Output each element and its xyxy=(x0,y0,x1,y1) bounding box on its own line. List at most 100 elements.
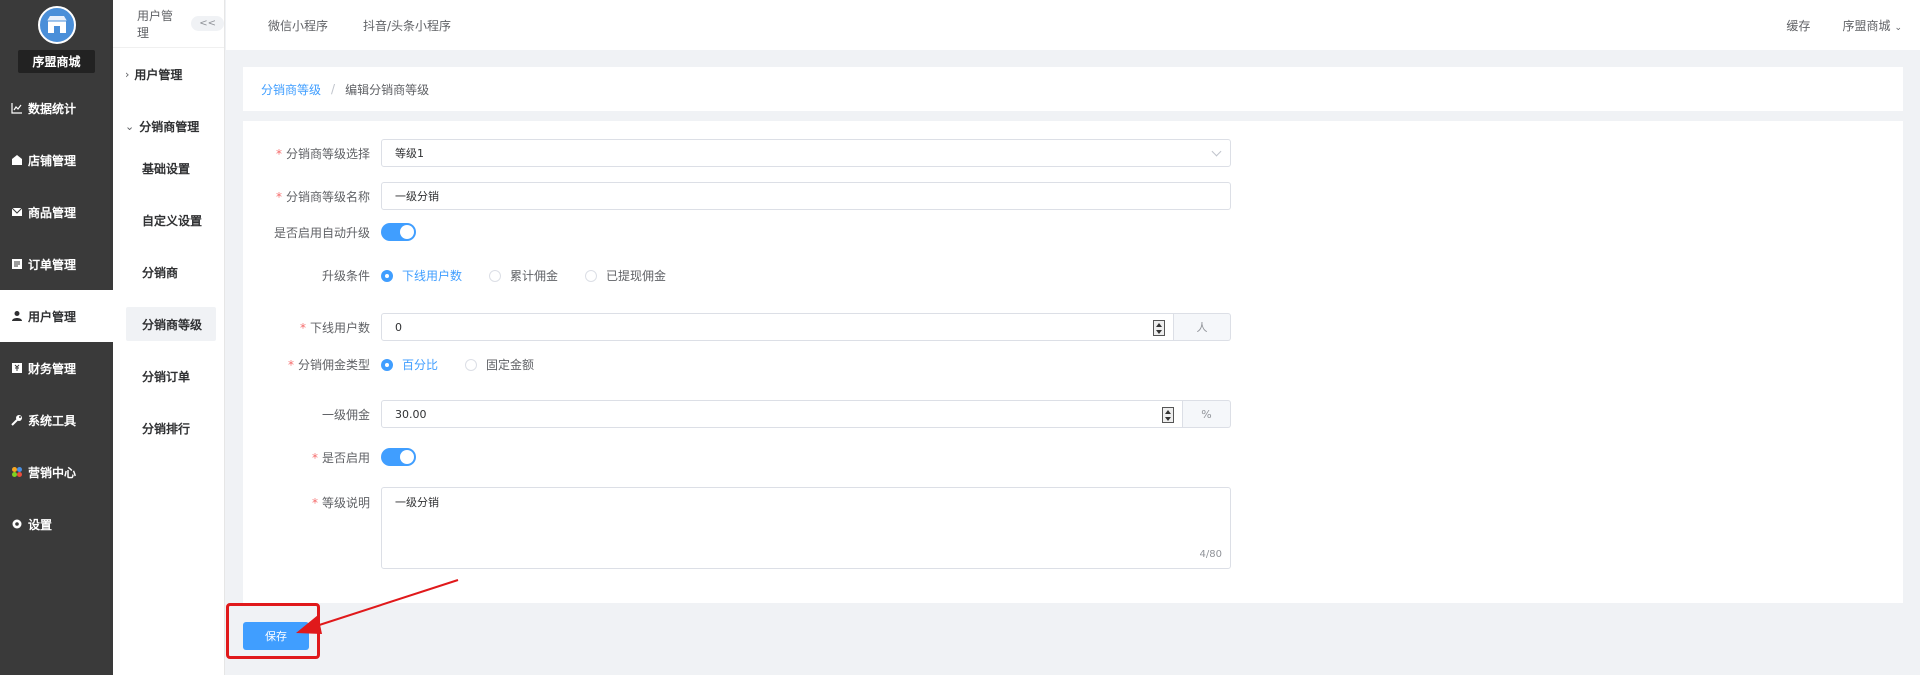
main-nav: 数据统计 店铺管理 商品管理 订单管理 用户管理 财务管理 系统工具 营销中心 xyxy=(0,82,113,550)
nav-item-orders[interactable]: 订单管理 xyxy=(0,238,113,290)
nav-label: 营销中心 xyxy=(28,465,77,480)
brand-logo-area: 序盟商城 xyxy=(0,0,113,82)
nav-label: 系统工具 xyxy=(28,413,77,428)
form-label: * 是否启用 xyxy=(311,450,370,465)
sub-menu-list: 基础设置 自定义设置 分销商 分销商等级 分销订单 分销排行 xyxy=(113,151,224,445)
sub-group-label: 用户管理 xyxy=(134,67,183,82)
chevron-down-icon: ⌄ xyxy=(125,119,135,133)
unit-person: 人 xyxy=(1174,313,1231,341)
sub-group-distribution[interactable]: ⌄ 分销商管理 xyxy=(113,100,224,152)
sub-item-distributor-levels[interactable]: 分销商等级 xyxy=(126,307,216,341)
form-label: * 分销佣金类型 xyxy=(287,358,370,372)
nav-label: 用户管理 xyxy=(28,309,77,324)
cache-button[interactable]: 缓存 xyxy=(1786,17,1810,34)
level-select[interactable]: 等级1 xyxy=(381,139,1231,167)
radio-downline-users[interactable]: 下线用户数 xyxy=(381,267,462,284)
form-row-level-select: * 分销商等级选择 等级1 xyxy=(243,139,1231,167)
first-commission-input[interactable]: 30.00 xyxy=(381,400,1183,428)
radio-dot xyxy=(489,269,502,282)
tab-wechat-miniprogram[interactable]: 微信小程序 xyxy=(268,17,328,34)
form-row-upgrade-condition: 升级条件 下线用户数 累计佣金 已提现佣金 xyxy=(243,267,693,284)
marketing-icon xyxy=(10,465,24,479)
nav-label: 设置 xyxy=(28,517,53,532)
breadcrumb: 分销商等级 / 编辑分销商等级 xyxy=(243,67,1903,111)
nav-label: 订单管理 xyxy=(28,257,77,272)
top-header: 微信小程序 抖音/头条小程序 缓存 序盟商城 ⌄ xyxy=(226,0,1920,50)
unit-percent: % xyxy=(1183,400,1231,428)
number-spinner[interactable] xyxy=(1153,320,1165,336)
wrench-icon xyxy=(10,413,24,427)
chart-line-icon xyxy=(10,101,24,115)
mail-icon xyxy=(10,205,24,219)
downline-users-input[interactable]: 0 xyxy=(381,313,1174,341)
nav-item-data-stats[interactable]: 数据统计 xyxy=(0,82,113,134)
user-name: 序盟商城 xyxy=(1842,18,1891,33)
char-counter: 4/80 xyxy=(1199,549,1222,560)
sub-item-distribution-orders[interactable]: 分销订单 xyxy=(126,359,216,393)
enabled-switch[interactable] xyxy=(381,448,416,466)
sub-item-basic-settings[interactable]: 基础设置 xyxy=(126,151,216,185)
radio-withdrawn-commission[interactable]: 已提现佣金 xyxy=(585,267,666,284)
form-row-commission-type: * 分销佣金类型 百分比 固定金额 xyxy=(243,356,561,373)
annotation-highlight-box xyxy=(226,603,320,659)
header-actions: 缓存 序盟商城 ⌄ xyxy=(1786,0,1920,50)
description-value: 一级分销 xyxy=(395,496,439,509)
number-spinner[interactable] xyxy=(1162,407,1174,423)
breadcrumb-current: 编辑分销商等级 xyxy=(345,82,430,97)
chevron-down-icon xyxy=(1211,146,1222,157)
form-row-downline-users: * 下线用户数 0 人 xyxy=(243,313,1231,341)
user-icon xyxy=(10,309,24,323)
sub-group-user-management[interactable]: › 用户管理 xyxy=(113,48,224,100)
main-sidebar: 序盟商城 数据统计 店铺管理 商品管理 订单管理 用户管理 财务管理 系统工具 … xyxy=(0,0,113,675)
nav-item-users[interactable]: 用户管理 xyxy=(0,290,113,342)
form-label: * 等级说明 xyxy=(311,496,370,510)
form-label: 一级佣金 xyxy=(321,407,370,422)
level-description-textarea[interactable]: 一级分销 4/80 xyxy=(381,487,1231,569)
sub-group-label: 分销商管理 xyxy=(139,119,200,134)
breadcrumb-separator: / xyxy=(331,82,336,96)
nav-item-store[interactable]: 店铺管理 xyxy=(0,134,113,186)
user-menu[interactable]: 序盟商城 ⌄ xyxy=(1842,17,1902,34)
chevron-down-icon: ⌄ xyxy=(1894,22,1902,33)
nav-label: 财务管理 xyxy=(28,361,77,376)
edit-level-form: * 分销商等级选择 等级1 * 分销商等级名称 一级分销 是否启用自动升级 升级条件… xyxy=(243,121,1903,603)
form-row-description: * 等级说明 一级分销 4/80 xyxy=(243,487,1231,569)
sub-sidebar: 用户管理 << › 用户管理 ⌄ 分销商管理 基础设置 自定义设置 分销商 分销… xyxy=(113,0,225,675)
radio-fixed-amount[interactable]: 固定金额 xyxy=(465,356,534,373)
level-select-value: 等级1 xyxy=(395,147,424,160)
sub-sidebar-title: 用户管理 xyxy=(137,8,174,40)
sub-item-distribution-ranking[interactable]: 分销排行 xyxy=(126,411,216,445)
level-name-input[interactable]: 一级分销 xyxy=(381,182,1231,210)
breadcrumb-parent-link[interactable]: 分销商等级 xyxy=(261,81,321,98)
shop-name: 序盟商城 xyxy=(18,50,95,73)
nav-label: 商品管理 xyxy=(28,205,77,220)
sub-sidebar-header: 用户管理 << xyxy=(113,0,224,48)
store-logo-icon xyxy=(37,6,76,44)
nav-item-goods[interactable]: 商品管理 xyxy=(0,186,113,238)
store-icon xyxy=(10,153,24,167)
tab-douyin-miniprogram[interactable]: 抖音/头条小程序 xyxy=(363,17,451,34)
nav-label: 店铺管理 xyxy=(28,153,77,168)
auto-upgrade-switch[interactable] xyxy=(381,223,416,241)
form-label: * 分销商等级选择 xyxy=(275,146,370,161)
nav-item-settings[interactable]: 设置 xyxy=(0,498,113,550)
nav-item-finance[interactable]: 财务管理 xyxy=(0,342,113,394)
form-label: * 分销商等级名称 xyxy=(275,189,370,204)
radio-dot xyxy=(585,269,598,282)
form-row-first-commission: 一级佣金 30.00 % xyxy=(243,400,1231,428)
nav-item-tools[interactable]: 系统工具 xyxy=(0,394,113,446)
nav-item-marketing[interactable]: 营销中心 xyxy=(0,446,113,498)
form-row-level-name: * 分销商等级名称 一级分销 xyxy=(243,182,1231,210)
form-label: * 下线用户数 xyxy=(299,320,370,335)
sub-item-distributors[interactable]: 分销商 xyxy=(126,255,216,289)
chevron-right-icon: › xyxy=(125,67,130,81)
radio-total-commission[interactable]: 累计佣金 xyxy=(489,267,558,284)
nav-label: 数据统计 xyxy=(28,101,77,116)
radio-percentage[interactable]: 百分比 xyxy=(381,356,438,373)
sub-item-custom-settings[interactable]: 自定义设置 xyxy=(126,203,216,237)
collapse-button[interactable]: << xyxy=(191,16,224,31)
finance-icon xyxy=(10,361,24,375)
level-name-value: 一级分销 xyxy=(395,190,439,203)
downline-users-value: 0 xyxy=(395,320,402,334)
first-commission-value: 30.00 xyxy=(395,407,427,421)
